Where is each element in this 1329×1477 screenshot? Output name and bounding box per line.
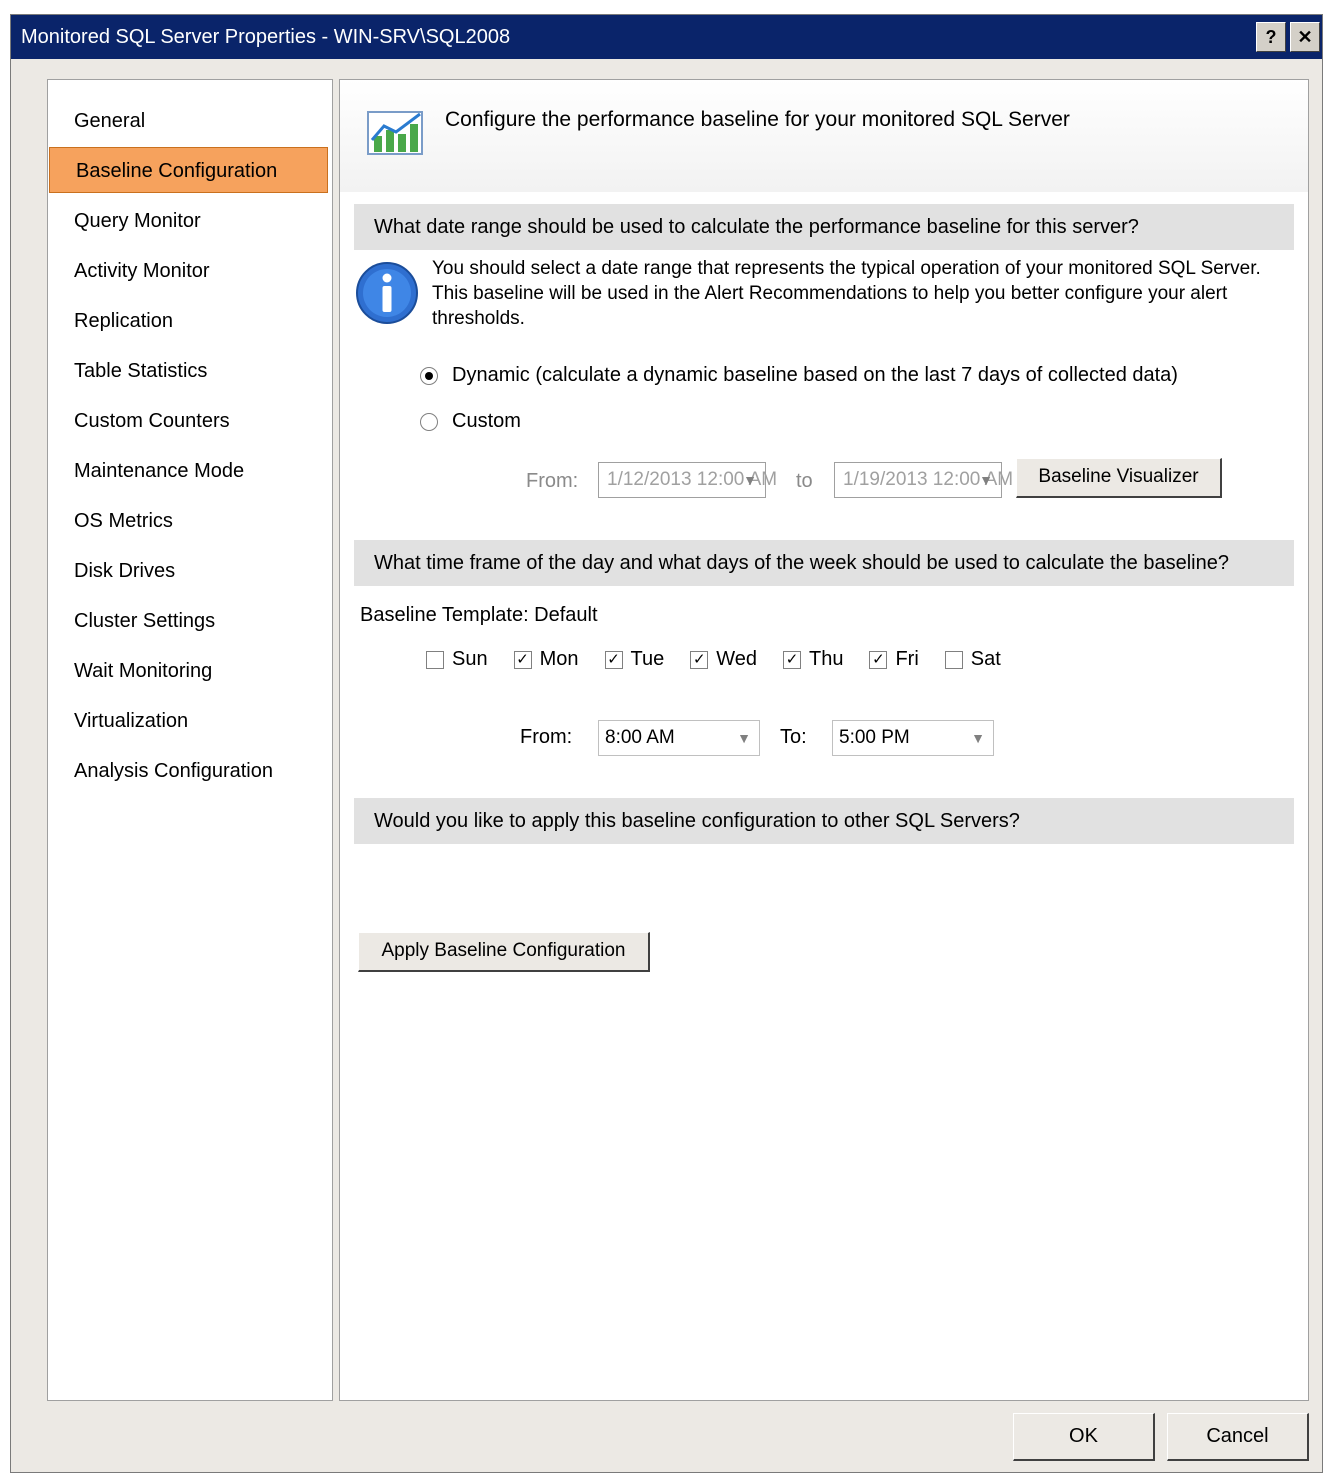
day-sat-label: Sat bbox=[970, 648, 1001, 670]
help-button[interactable]: ? bbox=[1256, 22, 1286, 52]
baseline-info-text: You should select a date range that repr… bbox=[432, 258, 1261, 329]
day-fri[interactable]: ✓ Fri bbox=[869, 648, 919, 671]
date-range-section-header: What date range should be used to calcul… bbox=[354, 204, 1294, 250]
day-thu-checkbox[interactable]: ✓ bbox=[783, 650, 801, 669]
baseline-template-label: Baseline Template: Default bbox=[360, 604, 598, 626]
sidebar-item-analysis-configuration[interactable]: Analysis Configuration bbox=[48, 748, 332, 794]
chevron-down-icon: ▼ bbox=[971, 730, 985, 746]
day-wed[interactable]: ✓ Wed bbox=[690, 648, 757, 671]
panel-header: Configure the performance baseline for y… bbox=[340, 80, 1308, 192]
date-to-label: to bbox=[796, 470, 813, 492]
window-title: Monitored SQL Server Properties - WIN-SR… bbox=[21, 26, 511, 48]
sidebar-item-cluster-settings[interactable]: Cluster Settings bbox=[48, 598, 332, 644]
title-bar[interactable]: Monitored SQL Server Properties - WIN-SR… bbox=[11, 15, 1322, 59]
day-wed-checkbox[interactable]: ✓ bbox=[690, 650, 709, 669]
custom-radio[interactable] bbox=[420, 412, 438, 431]
date-to-picker[interactable]: 1/19/2013 12:00 AM ▼ bbox=[834, 462, 1013, 498]
dynamic-radio[interactable] bbox=[420, 366, 438, 385]
day-tue[interactable]: ✓ Tue bbox=[604, 648, 665, 671]
ok-button[interactable]: OK bbox=[1013, 1413, 1155, 1461]
chevron-down-icon: ▼ bbox=[979, 472, 993, 488]
day-sat[interactable]: Sat bbox=[944, 648, 1001, 671]
properties-dialog: Monitored SQL Server Properties - WIN-SR… bbox=[10, 14, 1323, 1473]
baseline-visualizer-button[interactable]: Baseline Visualizer bbox=[1016, 458, 1222, 498]
date-from-picker[interactable]: 1/12/2013 12:00 AM ▼ bbox=[598, 462, 777, 498]
sidebar-item-general[interactable]: General bbox=[48, 98, 332, 144]
day-sun-checkbox[interactable] bbox=[426, 650, 444, 669]
dynamic-radio-row[interactable]: Dynamic (calculate a dynamic baseline ba… bbox=[420, 364, 1178, 387]
close-button[interactable]: ✕ bbox=[1290, 22, 1320, 52]
time-to-label: To: bbox=[780, 726, 807, 748]
time-to-value: 5:00 PM bbox=[839, 727, 910, 748]
date-from-label: From: bbox=[526, 470, 579, 492]
content-panel: Configure the performance baseline for y… bbox=[339, 79, 1309, 1401]
info-icon bbox=[356, 262, 418, 324]
dynamic-radio-label: Dynamic (calculate a dynamic baseline ba… bbox=[452, 364, 1178, 386]
sidebar-item-virtualization[interactable]: Virtualization bbox=[48, 698, 332, 744]
apply-baseline-configuration-button[interactable]: Apply Baseline Configuration bbox=[358, 932, 650, 972]
settings-nav: General Baseline Configuration Query Mon… bbox=[47, 79, 333, 1401]
day-fri-label: Fri bbox=[895, 648, 919, 670]
days-of-week: Sun ✓ Mon ✓ Tue ✓ Wed ✓ Thu ✓ Fri Sat bbox=[426, 648, 1027, 671]
panel-header-text: Configure the performance baseline for y… bbox=[445, 108, 1070, 131]
sidebar-item-maintenance-mode[interactable]: Maintenance Mode bbox=[48, 448, 332, 494]
day-mon-checkbox[interactable]: ✓ bbox=[513, 650, 532, 669]
sidebar-item-baseline-configuration[interactable]: Baseline Configuration bbox=[49, 147, 328, 193]
time-frame-section-header: What time frame of the day and what days… bbox=[354, 540, 1294, 586]
day-mon-label: Mon bbox=[539, 648, 579, 670]
time-from-select[interactable]: 8:00 AM ▼ bbox=[598, 720, 760, 756]
day-sun[interactable]: Sun bbox=[426, 648, 488, 671]
custom-radio-row[interactable]: Custom bbox=[420, 410, 521, 433]
time-from-value: 8:00 AM bbox=[605, 727, 675, 748]
cancel-button[interactable]: Cancel bbox=[1167, 1413, 1309, 1461]
sidebar-item-wait-monitoring[interactable]: Wait Monitoring bbox=[48, 648, 332, 694]
sidebar-item-query-monitor[interactable]: Query Monitor bbox=[48, 198, 332, 244]
sidebar-item-activity-monitor[interactable]: Activity Monitor bbox=[48, 248, 332, 294]
sidebar-item-custom-counters[interactable]: Custom Counters bbox=[48, 398, 332, 444]
sidebar-item-replication[interactable]: Replication bbox=[48, 298, 332, 344]
day-mon[interactable]: ✓ Mon bbox=[513, 648, 579, 671]
chart-icon bbox=[367, 111, 423, 155]
chevron-down-icon: ▼ bbox=[743, 472, 757, 488]
sidebar-item-table-statistics[interactable]: Table Statistics bbox=[48, 348, 332, 394]
day-sat-checkbox[interactable] bbox=[944, 650, 963, 669]
apply-section-header: Would you like to apply this baseline co… bbox=[354, 798, 1294, 844]
sidebar-item-os-metrics[interactable]: OS Metrics bbox=[48, 498, 332, 544]
time-from-label: From: bbox=[520, 726, 573, 748]
sidebar-item-disk-drives[interactable]: Disk Drives bbox=[48, 548, 332, 594]
day-thu[interactable]: ✓ Thu bbox=[783, 648, 843, 671]
custom-radio-label: Custom bbox=[452, 410, 521, 432]
chevron-down-icon: ▼ bbox=[737, 730, 751, 746]
day-thu-label: Thu bbox=[809, 648, 844, 670]
day-wed-label: Wed bbox=[716, 648, 757, 670]
day-tue-label: Tue bbox=[630, 648, 665, 670]
day-tue-checkbox[interactable]: ✓ bbox=[604, 650, 623, 669]
day-sun-label: Sun bbox=[452, 648, 488, 670]
time-to-select[interactable]: 5:00 PM ▼ bbox=[832, 720, 994, 756]
day-fri-checkbox[interactable]: ✓ bbox=[869, 650, 888, 669]
